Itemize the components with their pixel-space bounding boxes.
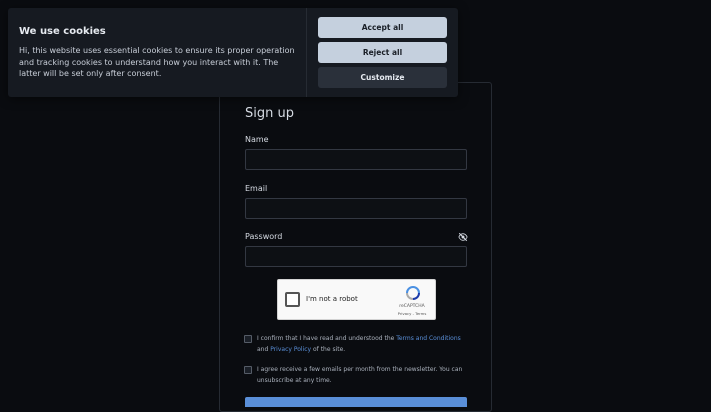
email-label: Email bbox=[245, 184, 268, 193]
terms-checkbox[interactable] bbox=[244, 335, 252, 343]
recaptcha-label: I'm not a robot bbox=[306, 295, 358, 303]
cookie-text: Hi, this website uses essential cookies … bbox=[19, 46, 295, 78]
password-label: Password bbox=[245, 232, 283, 241]
terms-link[interactable]: Terms and Conditions bbox=[396, 335, 461, 342]
recaptcha-checkbox[interactable] bbox=[285, 292, 300, 307]
privacy-link[interactable]: Privacy Policy bbox=[270, 346, 311, 353]
newsletter-checkbox[interactable] bbox=[244, 366, 252, 374]
name-label: Name bbox=[245, 135, 269, 144]
recaptcha-widget: I'm not a robot reCAPTCHA Privacy - Term… bbox=[277, 279, 436, 320]
customize-button[interactable]: Customize bbox=[318, 67, 447, 88]
signup-submit-button[interactable] bbox=[245, 397, 467, 407]
password-field[interactable] bbox=[245, 246, 467, 267]
accept-all-button[interactable]: Accept all bbox=[318, 17, 447, 38]
name-field[interactable] bbox=[245, 149, 467, 170]
cookie-banner: We use cookies Hi, this website uses ess… bbox=[8, 8, 458, 97]
email-field[interactable] bbox=[245, 198, 467, 219]
cookie-title: We use cookies bbox=[19, 26, 106, 37]
eye-slash-icon[interactable] bbox=[458, 232, 468, 242]
terms-consent-text: I confirm that I have read and understoo… bbox=[257, 333, 467, 355]
signup-card: Sign up Name Email Password I'm not a ro… bbox=[219, 82, 492, 412]
cookie-divider bbox=[306, 8, 307, 97]
recaptcha-logo-icon bbox=[406, 286, 420, 300]
reject-all-button[interactable]: Reject all bbox=[318, 42, 447, 63]
page-title: Sign up bbox=[245, 106, 294, 121]
terms-mid: and bbox=[257, 346, 271, 353]
terms-suffix: of the site. bbox=[311, 346, 346, 353]
terms-prefix: I confirm that I have read and understoo… bbox=[257, 335, 397, 342]
recaptcha-links[interactable]: Privacy - Terms bbox=[386, 311, 438, 316]
recaptcha-brand: reCAPTCHA bbox=[399, 304, 425, 309]
newsletter-text: I agree receive a few emails per month f… bbox=[257, 366, 463, 384]
